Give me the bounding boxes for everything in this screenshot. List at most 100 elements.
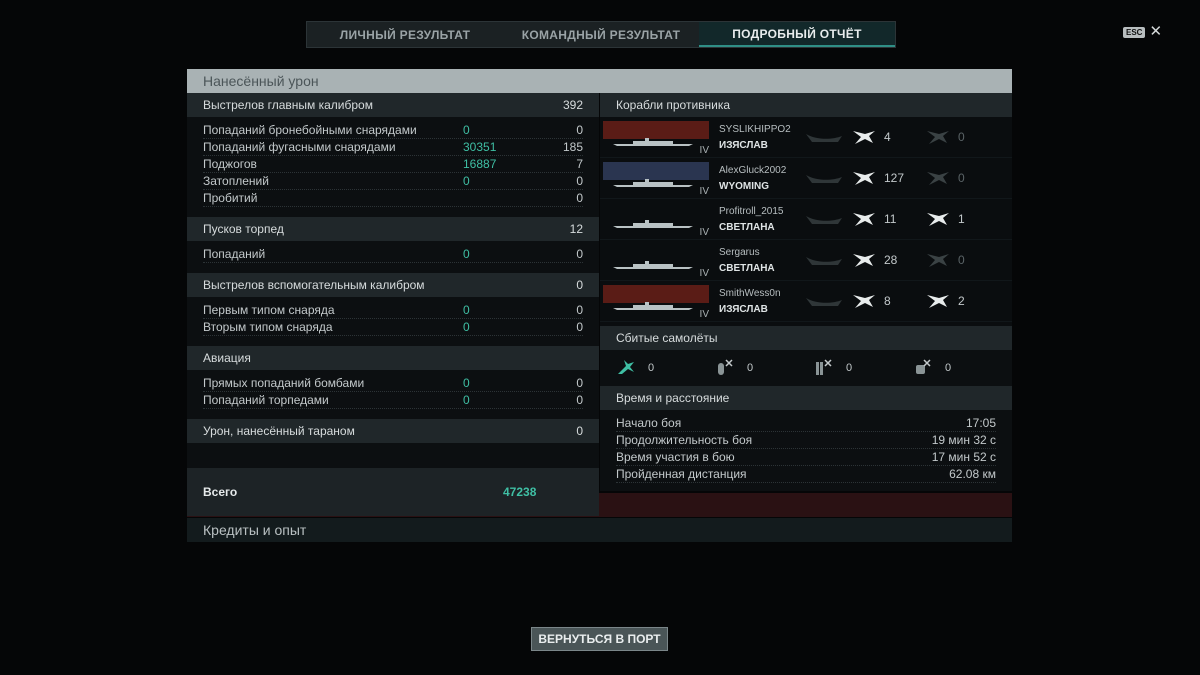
secondary-rows: Первым типом снаряда 0 0 Вторым типом снар…: [187, 297, 599, 340]
stat-row-first-shell: Первым типом снаряда 0 0: [203, 302, 583, 319]
secondary-hits-count: 0: [958, 253, 965, 267]
dive-bomber-icon: [814, 357, 834, 380]
main-hits-count: 11: [884, 212, 897, 226]
ship-name-block: Sergarus СВЕТЛАНА: [719, 247, 804, 274]
main-hits-count: 8: [884, 294, 891, 308]
time-row-distance: Пройденная дистанция 62.08 км: [616, 466, 996, 483]
secondary-hits-count: 0: [958, 130, 965, 144]
tab-team-result[interactable]: КОМАНДНЫЙ РЕЗУЛЬТАТ: [503, 22, 699, 47]
ship-image: IV: [603, 199, 709, 239]
ship-silhouette-icon: [613, 174, 693, 187]
ship-tier: IV: [699, 145, 709, 156]
time-distance-header: Время и расстояние: [600, 386, 1012, 410]
main-battery-title: Выстрелов главным калибром: [203, 98, 373, 112]
main-hits-count: 28: [884, 253, 898, 267]
credits-xp-bar[interactable]: Кредиты и опыт: [187, 518, 1012, 542]
player-name: Sergarus: [719, 246, 760, 258]
ship-image: IV: [603, 240, 709, 280]
close-icon: ✕: [1149, 23, 1163, 40]
secondary-hits-icon: [918, 210, 958, 228]
stat-count: 0: [576, 191, 583, 205]
stat-label: Попаданий бронебойными снарядами: [203, 123, 417, 137]
esc-key-label: ESC: [1123, 26, 1146, 38]
main-hits-count: 127: [884, 171, 905, 185]
time-row-participation: Время участия в бою 17 мин 52 с: [616, 449, 996, 466]
stat-damage: 0: [463, 393, 470, 407]
player-name: AlexGluck2002: [719, 164, 787, 176]
secondary-hits-count: 2: [958, 294, 965, 308]
stat-label: Прямых попаданий бомбами: [203, 376, 365, 390]
stat-label: Поджогов: [203, 157, 257, 171]
aviation-rows: Прямых попаданий бомбами 0 0 Попаданий тор…: [187, 370, 599, 413]
scout-icon: [913, 357, 933, 380]
time-value: 17:05: [965, 416, 996, 430]
total-damage-row: Всего 47238: [187, 468, 599, 516]
enemy-ship-row: IV SmithWess0n ИЗЯСЛАВ 8 2: [600, 281, 1012, 322]
torpedo-bomber-icon: [715, 357, 735, 380]
stat-count: 7: [576, 157, 583, 171]
stat-label: Попаданий фугасными снарядами: [203, 140, 396, 154]
ship-image: IV: [603, 158, 709, 198]
ram-title: Урон, нанесённый тараном: [203, 424, 355, 438]
aviation-section-header: Авиация: [187, 346, 599, 370]
planes-value: 0: [846, 362, 853, 374]
ship-image: [603, 322, 709, 326]
damage-dealt-header[interactable]: Нанесённый урон: [187, 69, 1012, 93]
stat-row-aerial-torpedo-hits: Попаданий торпедами 0 0: [203, 392, 583, 409]
secondary-hits-icon: [918, 128, 958, 146]
return-to-port-button[interactable]: ВЕРНУТЬСЯ В ПОРТ: [531, 627, 668, 651]
stat-damage: 16887: [463, 157, 497, 171]
ship-name-block: SmithWess0n ИЗЯСЛАВ: [719, 288, 804, 315]
spotted-icon: [804, 212, 844, 226]
stat-label: Первым типом снаряда: [203, 303, 335, 317]
tab-personal-result[interactable]: ЛИЧНЫЙ РЕЗУЛЬТАТ: [307, 22, 503, 47]
spotted-icon: [804, 171, 844, 185]
total-label: Всего: [203, 485, 238, 499]
ship-name-block: SYSLIKHIPPO2 ИЗЯСЛАВ: [719, 124, 804, 151]
ship-name-block: Profitroll_2015 СВЕТЛАНА: [719, 206, 804, 233]
ship-tier: IV: [699, 309, 709, 320]
secondary-title: Выстрелов вспомогательным калибром: [203, 278, 425, 292]
enemy-ships-header: Корабли противника: [600, 93, 1012, 117]
stat-row-penetrations: Пробитий 0: [203, 190, 583, 207]
secondary-hits-count: 0: [958, 171, 965, 185]
ship-silhouette-icon: [613, 297, 693, 310]
time-label: Пройденная дистанция: [616, 467, 747, 481]
stat-damage: 0: [463, 303, 470, 317]
ship-tier: IV: [699, 227, 709, 238]
time-row-start: Начало боя 17:05: [616, 415, 996, 432]
torpedo-title: Пусков торпед: [203, 222, 284, 236]
stat-count: 0: [576, 303, 583, 317]
tab-detailed-report[interactable]: ПОДРОБНЫЙ ОТЧЁТ: [699, 22, 895, 47]
main-hits-count: 4: [884, 130, 891, 144]
main-hits-icon: [844, 292, 884, 310]
planes-value: 0: [747, 362, 754, 374]
ship-image: IV: [603, 281, 709, 321]
stat-damage: 0: [463, 123, 470, 137]
ship-name: СВЕТЛАНА: [719, 221, 775, 233]
enemy-ship-row: Maxsimusas: [600, 322, 1012, 326]
player-name: SmithWess0n: [719, 287, 781, 299]
planes-value: 0: [945, 362, 952, 374]
stat-damage: 30351: [463, 140, 497, 154]
esc-close-button[interactable]: ESC ✕: [1123, 23, 1163, 40]
ship-image: IV: [603, 117, 709, 157]
enemy-ships-list[interactable]: IV SYSLIKHIPPO2 ИЗЯСЛАВ 4 0 IV AlexGluck2002 WY…: [600, 117, 1012, 326]
enemy-info-column: Корабли противника IV SYSLIKHIPPO2 ИЗЯСЛАВ…: [600, 93, 1012, 491]
player-name: Profitroll_2015: [719, 205, 784, 217]
planes-fighter: 0: [616, 358, 715, 379]
main-battery-total: 392: [562, 98, 583, 112]
aviation-title: Авиация: [203, 351, 251, 365]
enemy-ship-row: IV Sergarus СВЕТЛАНА 28 0: [600, 240, 1012, 281]
spotted-icon: [804, 294, 844, 308]
secondary-hits-icon: [918, 251, 958, 269]
main-hits-icon: [844, 210, 884, 228]
planes-dive-bomber: 0: [814, 357, 913, 380]
main-hits-icon: [844, 128, 884, 146]
damage-stats-column: Выстрелов главным калибром 392 Попаданий…: [187, 93, 599, 516]
stat-row-ap-hits: Попаданий бронебойными снарядами 0 0: [203, 122, 583, 139]
stat-damage: 0: [463, 320, 470, 334]
enemy-ship-row: IV SYSLIKHIPPO2 ИЗЯСЛАВ 4 0: [600, 117, 1012, 158]
torpedo-section-header: Пусков торпед 12: [187, 217, 599, 241]
enemy-ship-row: IV Profitroll_2015 СВЕТЛАНА 11 1: [600, 199, 1012, 240]
